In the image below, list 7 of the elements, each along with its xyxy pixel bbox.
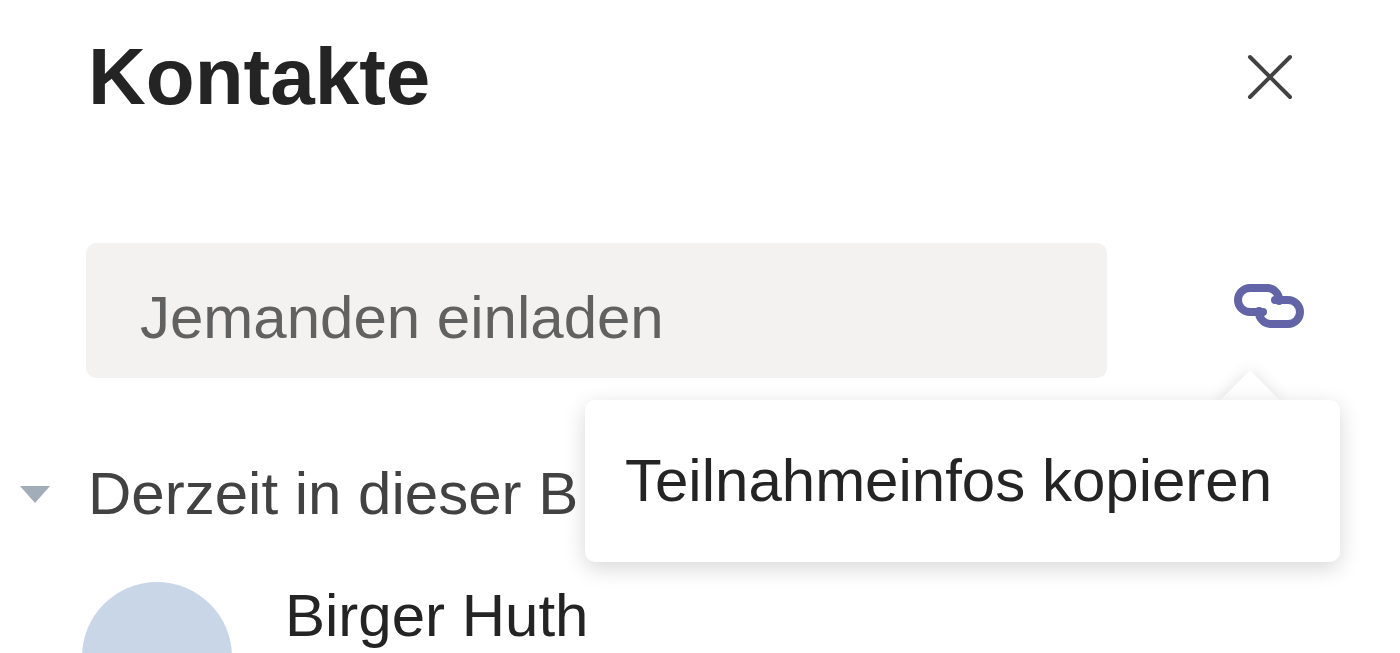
person-name: Birger Huth — [285, 586, 589, 646]
tooltip: Teilnahmeinfos kopieren — [585, 370, 1340, 562]
invite-field[interactable]: Jemanden einladen — [86, 243, 1107, 378]
panel-title: Kontakte — [88, 37, 431, 117]
link-icon — [1233, 282, 1305, 330]
section-toggle[interactable]: Derzeit in dieser B — [20, 464, 579, 524]
close-icon — [1247, 54, 1293, 100]
